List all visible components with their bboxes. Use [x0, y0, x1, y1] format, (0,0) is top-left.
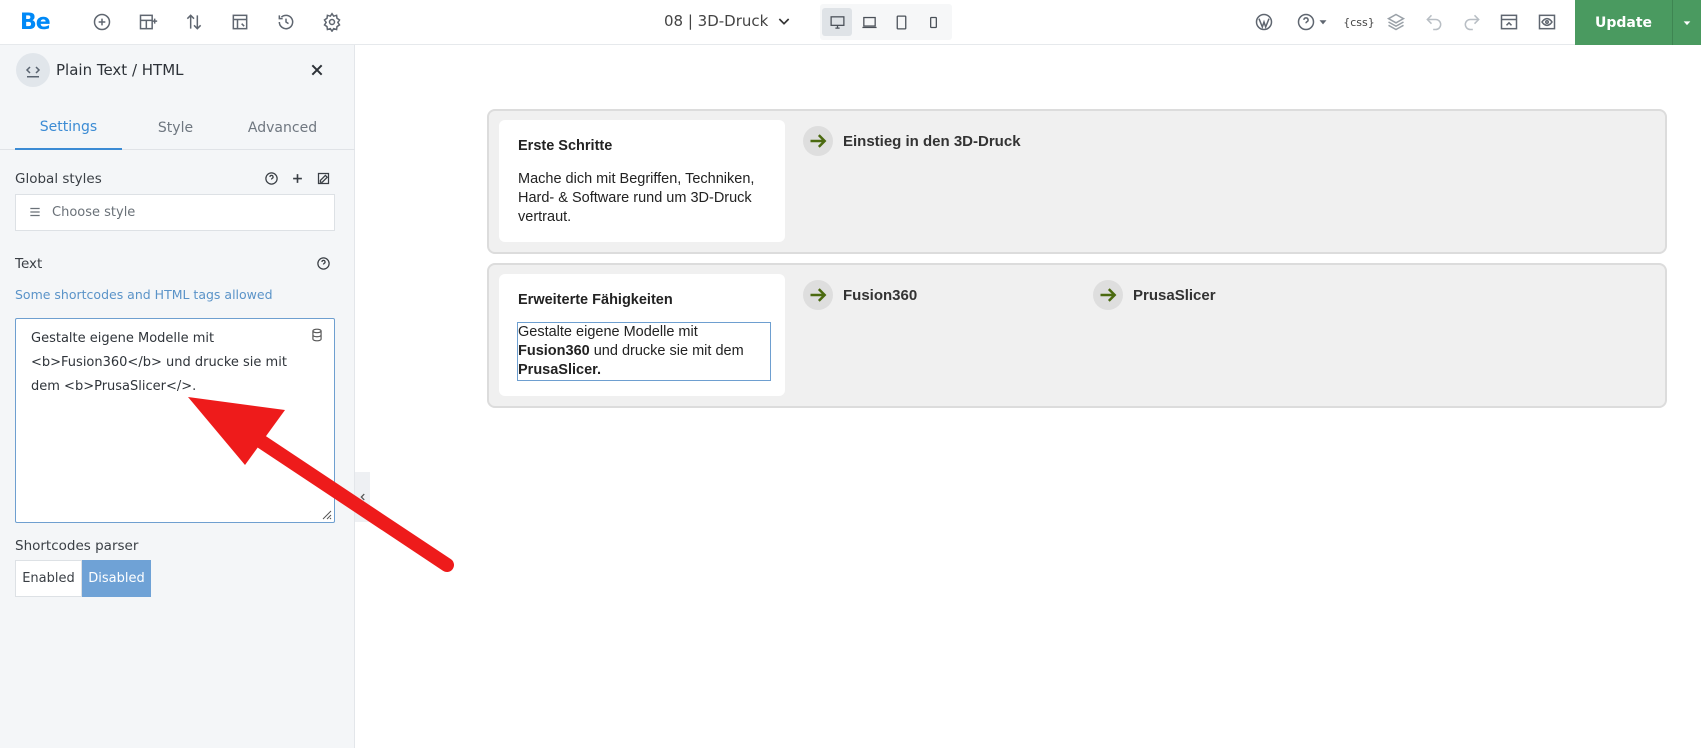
be-logo[interactable]: Be: [20, 10, 51, 35]
page-title: 08 | 3D-Druck: [664, 12, 769, 30]
chevron-left-icon: [359, 493, 365, 501]
link-label: Einstieg in den 3D-Druck: [843, 132, 1021, 150]
text-editor-field[interactable]: Gestalte eigene Modelle mit <b>Fusion360…: [15, 318, 335, 523]
text-editor-content[interactable]: Gestalte eigene Modelle mit <b>Fusion360…: [31, 327, 301, 399]
bold-prusaslicer: PrusaSlicer.: [518, 362, 602, 378]
arrow-right-icon: [803, 126, 833, 156]
info-card[interactable]: Erste Schritte Mache dich mit Begriffen,…: [499, 120, 785, 242]
desktop-view-icon[interactable]: [822, 8, 852, 36]
layout-icon[interactable]: [136, 10, 160, 34]
shortcodes-parser-label: Shortcodes parser: [15, 538, 139, 554]
link-einstieg[interactable]: Einstieg in den 3D-Druck: [803, 126, 1021, 156]
css-icon[interactable]: {css}: [1343, 10, 1375, 34]
text-part: und drucke sie mit dem: [589, 343, 744, 359]
section-erweiterte-faehigkeiten[interactable]: Erweiterte Fähigkeiten Gestalte eigene M…: [487, 263, 1667, 408]
settings-icon[interactable]: [320, 10, 344, 34]
template-icon[interactable]: [228, 10, 252, 34]
card-text: Mache dich mit Begriffen, Techniken, Har…: [518, 171, 755, 225]
link-label: PrusaSlicer: [1133, 286, 1216, 304]
arrow-right-icon: [803, 280, 833, 310]
section-erste-schritte[interactable]: Erste Schritte Mache dich mit Begriffen,…: [487, 109, 1667, 254]
help-dropdown-icon[interactable]: [1316, 10, 1330, 34]
bold-fusion360: Fusion360: [518, 343, 590, 359]
top-toolbar: Be 08 | 3D-Druck {css} Update: [0, 0, 1701, 45]
arrow-right-icon: [1093, 280, 1123, 310]
text-part: Gestalte eigene Modelle mit: [518, 324, 698, 340]
card-title: Erweiterte Fähigkeiten: [518, 292, 673, 308]
list-icon: [30, 207, 40, 217]
device-switcher: [820, 4, 952, 40]
mobile-view-icon[interactable]: [918, 8, 948, 36]
edit-style-icon[interactable]: [314, 169, 332, 187]
collapse-sidebar-toggle[interactable]: [355, 472, 370, 522]
database-icon[interactable]: [310, 328, 324, 342]
help-icon[interactable]: [262, 169, 280, 187]
sidebar-title: Plain Text / HTML: [56, 61, 184, 79]
add-style-icon[interactable]: [288, 169, 306, 187]
update-dropdown-icon[interactable]: [1672, 0, 1701, 45]
chevron-down-icon: [779, 18, 790, 25]
help-icon[interactable]: [314, 254, 332, 272]
tab-settings[interactable]: Settings: [15, 105, 122, 150]
global-style-select[interactable]: Choose style: [15, 194, 335, 231]
eye-icon[interactable]: [1535, 10, 1559, 34]
link-label: Fusion360: [843, 286, 918, 304]
undo-icon[interactable]: [1422, 10, 1446, 34]
help-icon[interactable]: [1294, 10, 1318, 34]
text-hint: Some shortcodes and HTML tags allowed: [15, 287, 273, 302]
sort-icon[interactable]: [182, 10, 206, 34]
redo-icon[interactable]: [1460, 10, 1484, 34]
text-label: Text: [15, 256, 43, 272]
global-styles-label: Global styles: [15, 171, 102, 187]
add-circle-icon[interactable]: [90, 10, 114, 34]
tablet-view-icon[interactable]: [886, 8, 916, 36]
laptop-view-icon[interactable]: [854, 8, 884, 36]
page-selector[interactable]: 08 | 3D-Druck: [664, 12, 792, 30]
link-prusaslicer[interactable]: PrusaSlicer: [1093, 280, 1216, 310]
update-button[interactable]: Update: [1575, 0, 1672, 45]
link-fusion360[interactable]: Fusion360: [803, 280, 917, 310]
info-card[interactable]: Erweiterte Fähigkeiten Gestalte eigene M…: [499, 274, 785, 396]
sidebar-header: Plain Text / HTML: [0, 45, 355, 95]
close-icon[interactable]: [306, 59, 328, 81]
card-title: Erste Schritte: [518, 138, 613, 154]
sidebar-tabs: Settings Style Advanced: [0, 105, 355, 150]
tab-style[interactable]: Style: [122, 105, 229, 150]
element-settings-sidebar: Plain Text / HTML Settings Style Advance…: [0, 45, 355, 748]
shortcodes-enabled-option[interactable]: Enabled: [15, 560, 82, 597]
code-icon: [16, 53, 50, 87]
choose-style-placeholder: Choose style: [52, 205, 136, 220]
history-icon[interactable]: [274, 10, 298, 34]
tab-advanced[interactable]: Advanced: [229, 105, 336, 150]
card-text-selected[interactable]: Gestalte eigene Modelle mit Fusion360 un…: [517, 322, 771, 381]
shortcodes-disabled-option[interactable]: Disabled: [82, 560, 151, 597]
layers-icon[interactable]: [1384, 10, 1408, 34]
resize-handle-icon[interactable]: [320, 508, 332, 520]
wordpress-icon[interactable]: [1252, 10, 1276, 34]
preview-icon[interactable]: [1497, 10, 1521, 34]
